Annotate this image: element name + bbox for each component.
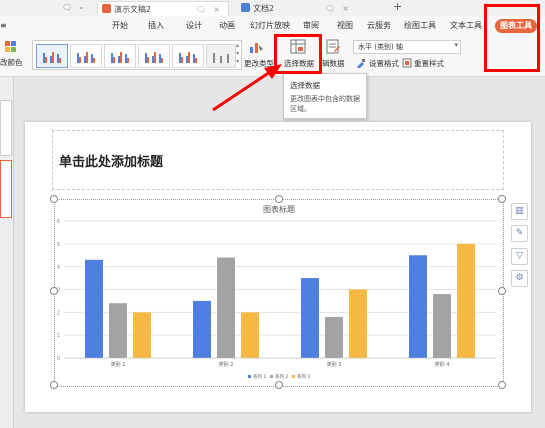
highlight-select-data — [274, 34, 322, 74]
annotation-arrow — [212, 64, 282, 112]
highlight-chart-tools — [484, 4, 540, 72]
